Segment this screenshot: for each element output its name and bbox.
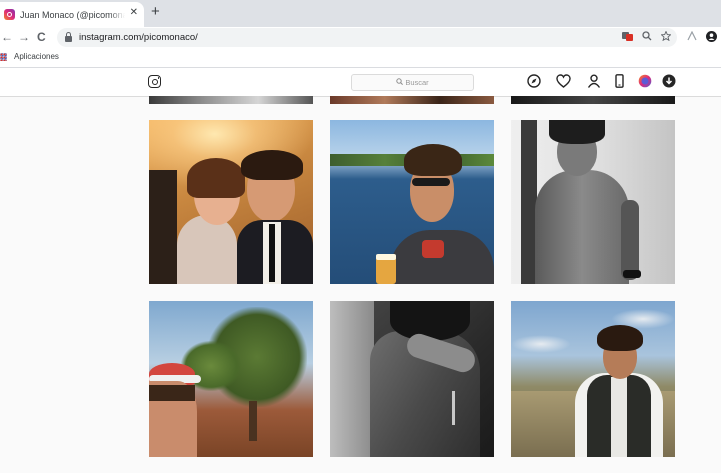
explore-compass-icon[interactable] [527,74,541,93]
grid-photo-bw-closeup[interactable] [330,301,494,457]
grid-photo-partial-3[interactable] [511,96,675,104]
instagram-header: Buscar [0,68,721,97]
url-text[interactable]: instagram.com/picomonaco/ [79,32,198,43]
apps-bookmark[interactable]: Aplicaciones [14,52,59,61]
grid-photo-vest-coast[interactable] [511,301,675,457]
reload-button[interactable]: C [37,30,46,44]
search-icon [396,78,404,87]
zoom-icon[interactable] [642,31,652,45]
instagram-logo-icon[interactable] [148,75,161,88]
toolbar: ← → C instagram.com/picomonaco/ [0,27,721,48]
apps-grid-icon[interactable] [0,53,7,61]
tab-strip: Juan Monaco (@picomonaco) • I ✕ + [0,0,721,27]
profile-icon[interactable] [587,74,601,93]
grid-photo-couple-selfie[interactable] [149,120,313,284]
extension-a-icon[interactable] [687,30,697,44]
tab-title: Juan Monaco (@picomonaco) • I [20,9,125,20]
forward-button[interactable]: → [18,30,30,44]
phone-icon[interactable] [615,74,624,93]
download-icon[interactable] [662,74,676,93]
grid-photo-partial-2[interactable] [330,96,494,104]
translate-icon[interactable] [622,31,633,45]
grid-photo-partial-1[interactable] [149,96,313,104]
grid-photo-red-cap-selfie[interactable] [149,301,313,457]
address-bar[interactable]: instagram.com/picomonaco/ [57,28,677,47]
instagram-favicon-icon [4,9,15,20]
back-button[interactable]: ← [1,30,13,44]
search-input[interactable]: Buscar [351,74,474,91]
heart-icon[interactable] [556,74,571,93]
new-tab-button[interactable]: + [151,4,160,20]
browser-tab[interactable]: Juan Monaco (@picomonaco) • I ✕ [0,2,144,27]
grid-photo-man-lake[interactable] [330,120,494,284]
bookmark-star-icon[interactable] [660,30,672,45]
extension-avatar-icon[interactable] [638,74,652,93]
bookmarks-bar: Aplicaciones [0,48,721,68]
profile-avatar-icon[interactable] [706,31,717,45]
search-placeholder: Buscar [405,78,429,87]
lock-icon [65,32,72,42]
grid-photo-bw-portrait[interactable] [511,120,675,284]
close-tab-icon[interactable]: ✕ [130,7,138,18]
